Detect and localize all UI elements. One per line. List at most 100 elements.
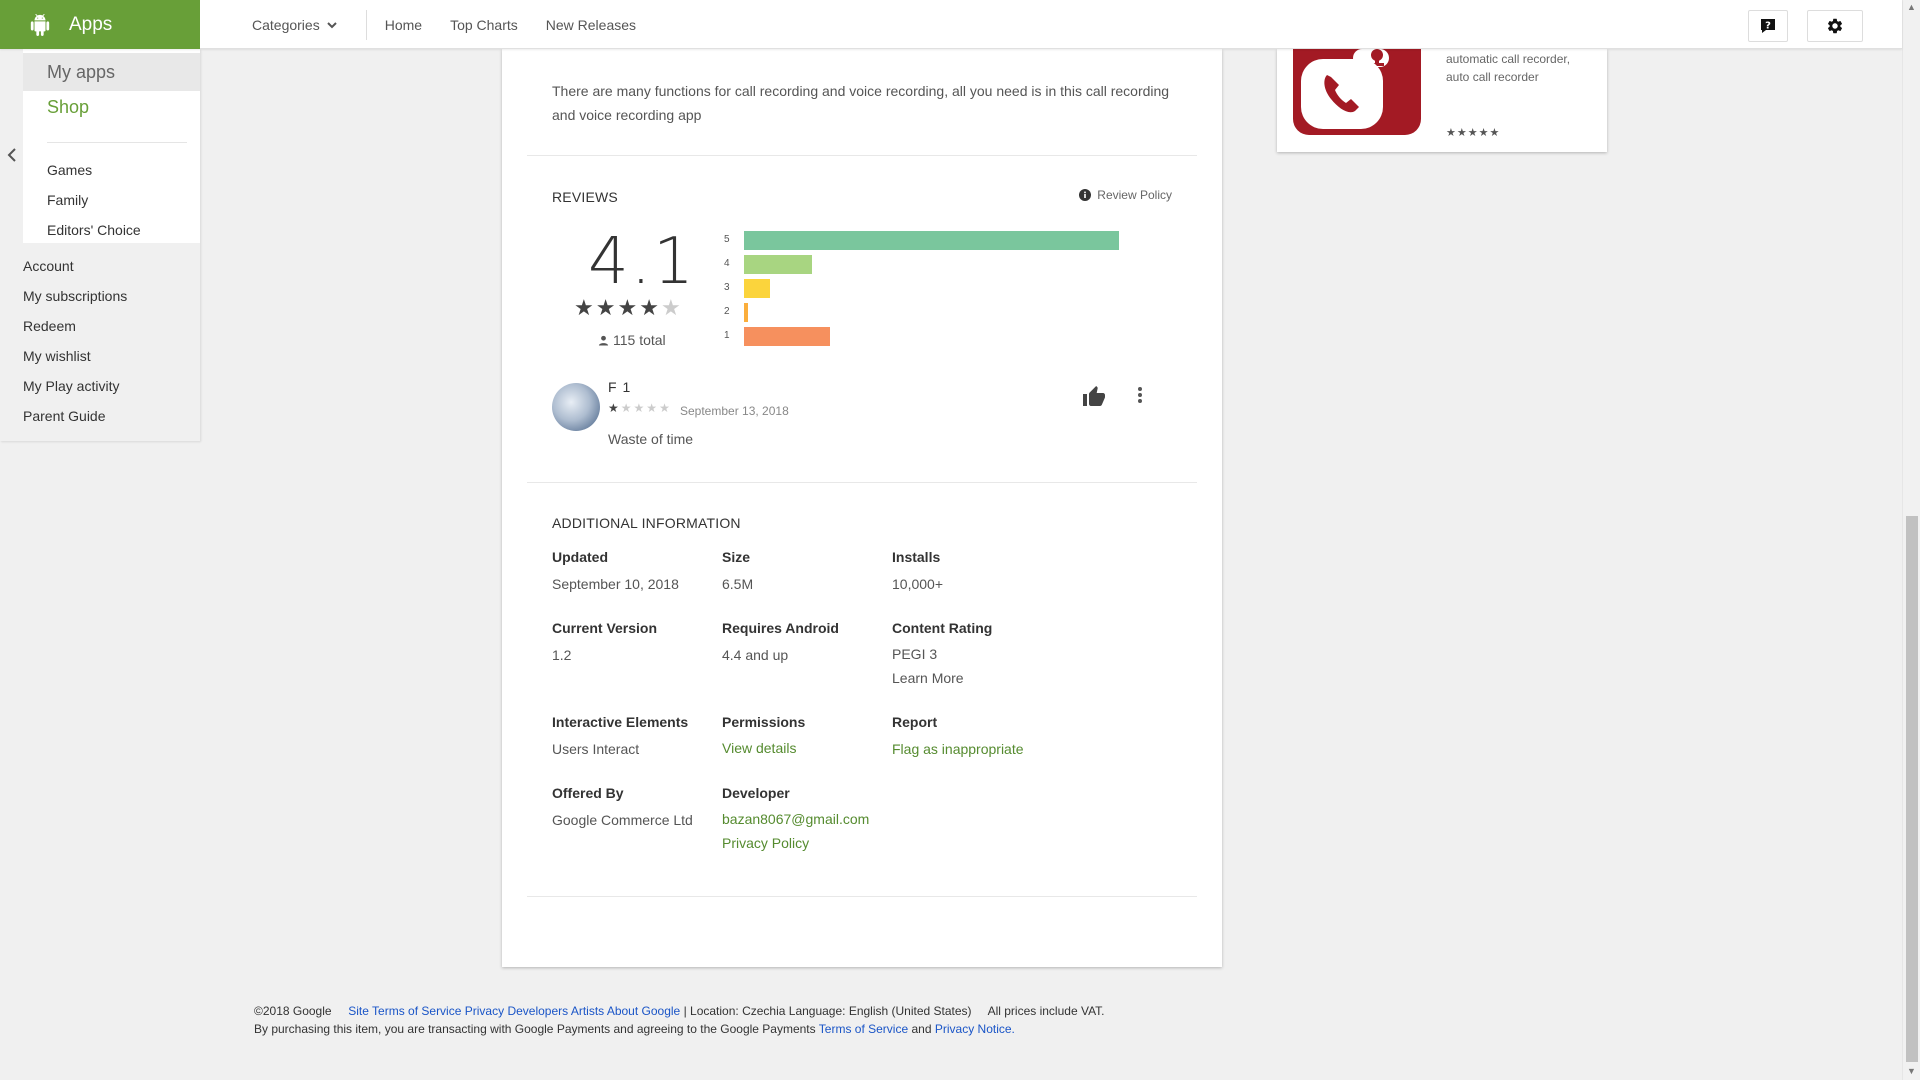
histogram-label: 2 [724,306,730,317]
scroll-up-icon[interactable]: ▲ [1907,2,1916,12]
footer-purchase-text: By purchasing this item, you are transac… [254,1022,816,1036]
size-label: Size [722,549,751,565]
similar-app-description: automatic call recorder, auto call recor… [1446,52,1571,84]
app-icon [1293,49,1421,135]
installs-value: 10,000+ [892,576,943,592]
divider [527,896,1197,897]
sidebar-item-play-activity[interactable]: My Play activity [23,378,119,394]
reviews-heading: REVIEWS [552,189,618,205]
gear-icon [1827,18,1843,34]
requires-android-label: Requires Android [722,620,839,636]
size-value: 6.5M [722,576,754,592]
sidebar-item-editors-choice[interactable]: Editors' Choice [47,222,141,238]
updated-label: Updated [552,549,608,565]
rating-total: 115 total [598,332,666,348]
star-icon: ★ [633,401,645,415]
star-icon: ★ [595,295,616,320]
footer-language: Language: English (United States) [788,1004,972,1018]
learn-more-link[interactable]: Learn More [892,670,964,686]
sidebar-item-my-apps[interactable]: My apps [23,53,200,91]
scrollbar-thumb[interactable] [1906,516,1918,1062]
histogram-label: 4 [724,258,730,269]
star-icon: ★ [639,295,659,320]
rating-score: 4.1 [588,225,696,299]
additional-info-heading: ADDITIONAL INFORMATION [552,515,741,531]
nav-home[interactable]: Home [385,17,422,33]
histogram-bar [744,279,770,298]
developer-email-link[interactable]: bazan8067@gmail.com [722,811,869,827]
footer-and: and [911,1022,932,1036]
footer-vat: All prices include VAT. [987,1004,1105,1018]
scroll-down-icon[interactable]: ▼ [1907,1066,1916,1076]
footer-link-developers[interactable]: Developers [507,1004,568,1018]
permissions-label: Permissions [722,714,806,730]
histogram-bar [744,303,748,322]
review-date: September 13, 2018 [680,404,789,418]
copyright: ©2018 Google [254,1004,332,1018]
histogram-bar [744,231,1119,250]
histogram-bar [744,327,830,346]
review-policy-label: Review Policy [1097,188,1172,202]
page-scrollbar[interactable]: ▲ ▼ [1902,0,1920,1080]
sidebar-item-wishlist[interactable]: My wishlist [23,348,91,364]
review-policy-link[interactable]: Review Policy [1079,188,1172,202]
sidebar-divider [47,142,187,143]
help-button[interactable]: ? [1748,10,1788,42]
similar-app-stars: ★★★★★ [1446,127,1501,139]
developer-label: Developer [722,785,790,801]
offered-by-label: Offered By [552,785,624,801]
chevron-left-icon[interactable] [6,147,18,163]
star-icon: ★ [646,401,658,415]
divider [527,155,1197,156]
permissions-view-details-link[interactable]: View details [722,740,796,756]
rating-stars: ★ ★ ★ ★ ★ [574,295,683,321]
top-bar: Apps Categories Home Top Charts New Rele… [0,0,1902,49]
thumbs-up-icon[interactable] [1082,385,1106,409]
settings-button[interactable] [1807,10,1863,42]
categories-dropdown[interactable]: Categories [252,17,338,33]
sidebar-item-parent-guide[interactable]: Parent Guide [23,408,106,424]
footer: ©2018 Google Site Terms of Service Priva… [254,1002,1105,1038]
requires-android-value: 4.4 and up [722,647,789,663]
star-icon: ★ [608,401,619,415]
nav-top-charts[interactable]: Top Charts [450,17,518,33]
star-icon: ★ [617,295,638,320]
footer-link-tos[interactable]: Terms of Service [819,1022,908,1036]
sidebar-item-redeem[interactable]: Redeem [23,318,76,334]
categories-label: Categories [252,16,320,33]
star-icon: ★ [620,401,632,415]
footer-link-privacy[interactable]: Privacy [465,1004,504,1018]
interactive-elements-value: Users Interact [552,741,640,757]
footer-separator: | [683,1004,687,1018]
flag-inappropriate-link[interactable]: Flag as inappropriate [892,741,1024,757]
android-icon [30,13,50,36]
footer-link-terms[interactable]: Site Terms of Service [348,1004,461,1018]
histogram-label: 5 [724,234,730,245]
reviewer-name: F 1 [608,379,632,395]
content-rating-value: PEGI 3 [892,646,938,662]
offered-by-value: Google Commerce Ltd [552,812,693,828]
histogram-label: 3 [724,282,730,293]
sidebar-item-games[interactable]: Games [47,162,92,178]
star-icon: ★ [659,401,670,415]
updated-value: September 10, 2018 [552,576,679,592]
footer-link-artists[interactable]: Artists [571,1004,604,1018]
similar-app-card[interactable]: automatic call recorder, auto call recor… [1277,49,1607,152]
version-label: Current Version [552,620,658,636]
sidebar-item-shop[interactable]: Shop [47,97,89,118]
footer-line-1: ©2018 Google Site Terms of Service Priva… [254,1002,1105,1020]
sidebar-item-family[interactable]: Family [47,192,88,208]
app-description: There are many functions for call record… [552,83,1170,123]
sidebar-item-subscriptions[interactable]: My subscriptions [23,288,127,304]
sidebar-item-account[interactable]: Account [23,258,74,274]
footer-link-about[interactable]: About Google [607,1004,680,1018]
nav-new-releases[interactable]: New Releases [546,17,636,33]
privacy-policy-link[interactable]: Privacy Policy [722,835,809,851]
app-details-card: There are many functions for call record… [502,49,1222,967]
footer-link-privacy-notice[interactable]: Privacy Notice. [935,1022,1015,1036]
more-vert-icon[interactable] [1135,385,1145,405]
info-icon [1079,189,1092,201]
reviewer-avatar [552,383,600,431]
version-value: 1.2 [552,647,572,663]
apps-brand[interactable]: Apps [0,0,200,49]
